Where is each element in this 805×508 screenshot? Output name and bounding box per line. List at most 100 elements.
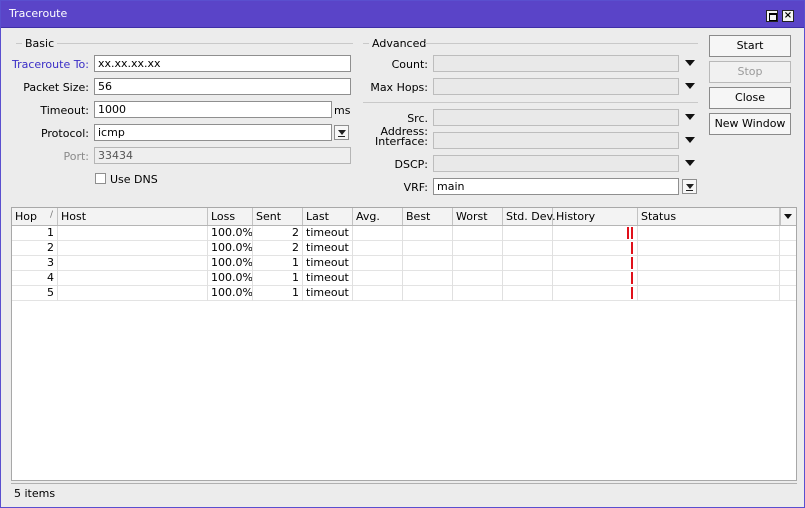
protocol-select[interactable]: icmp [94, 124, 332, 141]
cell-best [403, 241, 453, 256]
cell-avg [353, 286, 403, 301]
history-timeout-bar [631, 287, 633, 299]
interface-chevron-down-icon[interactable] [685, 137, 695, 143]
cell-host [58, 226, 208, 241]
cell-loss: 100.0% [208, 241, 253, 256]
src-address-chevron-down-icon[interactable] [685, 114, 695, 120]
column-best[interactable]: Best [403, 208, 453, 225]
stop-button[interactable]: Stop [709, 61, 791, 83]
cell-history [553, 256, 638, 271]
column-history[interactable]: History [553, 208, 638, 225]
cell-avg [353, 226, 403, 241]
cell-last: timeout [303, 256, 353, 271]
cell-sent: 2 [253, 226, 303, 241]
history-timeout-bar [631, 227, 633, 239]
interface-input[interactable] [433, 132, 679, 149]
column-std-dev[interactable]: Std. Dev. [503, 208, 556, 225]
cell-history [553, 226, 638, 241]
column-hop-label: Hop [15, 210, 37, 223]
dscp-label: DSCP: [394, 158, 428, 171]
cell-history [553, 271, 638, 286]
column-avg[interactable]: Avg. [353, 208, 403, 225]
history-timeout-bar [631, 257, 633, 269]
cell-worst [453, 256, 503, 271]
cell-best [403, 256, 453, 271]
table-row[interactable]: 3 100.0% 1 timeout [12, 256, 796, 271]
start-button[interactable]: Start [709, 35, 791, 57]
items-count: 5 items [14, 487, 56, 500]
column-loss[interactable]: Loss [208, 208, 253, 225]
packet-size-label: Packet Size: [23, 81, 89, 94]
new-window-button[interactable]: New Window [709, 113, 791, 135]
column-last[interactable]: Last [303, 208, 353, 225]
cell-status [638, 256, 780, 271]
timeout-input[interactable]: 1000 [94, 101, 332, 118]
basic-divider [57, 43, 353, 44]
advanced-separator [363, 102, 698, 103]
max-hops-input[interactable] [433, 78, 679, 95]
close-icon[interactable]: × [782, 10, 794, 22]
advanced-legend: Advanced [372, 37, 427, 50]
advanced-divider-left [363, 43, 369, 44]
port-label: Port: [63, 150, 89, 163]
protocol-dropdown-icon[interactable] [334, 125, 349, 140]
cell-sent: 1 [253, 271, 303, 286]
cell-hop: 5 [12, 286, 58, 301]
cell-loss: 100.0% [208, 271, 253, 286]
cell-last: timeout [303, 271, 353, 286]
max-hops-label: Max Hops: [370, 81, 428, 94]
timeout-label: Timeout: [40, 104, 89, 117]
max-hops-chevron-down-icon[interactable] [685, 83, 695, 89]
traceroute-to-input[interactable]: xx.xx.xx.xx [94, 55, 351, 72]
count-input[interactable] [433, 55, 679, 72]
basic-divider-left [16, 43, 22, 44]
table-row[interactable]: 2 100.0% 2 timeout [12, 241, 796, 256]
cell-last: timeout [303, 286, 353, 301]
table-row[interactable]: 4 100.0% 1 timeout [12, 271, 796, 286]
table-row[interactable]: 5 100.0% 1 timeout [12, 286, 796, 301]
cell-loss: 100.0% [208, 256, 253, 271]
packet-size-input[interactable]: 56 [94, 78, 351, 95]
basic-legend: Basic [25, 37, 55, 50]
cell-avg [353, 241, 403, 256]
use-dns-label: Use DNS [110, 173, 158, 186]
port-input[interactable]: 33434 [94, 147, 351, 164]
column-sent[interactable]: Sent [253, 208, 303, 225]
close-button[interactable]: Close [709, 87, 791, 109]
column-hop[interactable]: Hop / [12, 208, 58, 225]
cell-hop: 4 [12, 271, 58, 286]
vrf-dropdown-icon[interactable] [682, 179, 697, 194]
column-host[interactable]: Host [58, 208, 208, 225]
cell-last: timeout [303, 241, 353, 256]
window-title: Traceroute [9, 7, 68, 20]
src-address-input[interactable] [433, 109, 679, 126]
cell-worst [453, 286, 503, 301]
cell-sent: 1 [253, 256, 303, 271]
title-bar[interactable]: Traceroute × [1, 1, 804, 28]
status-bar: 5 items [11, 483, 797, 502]
table-row[interactable]: 1 100.0% 2 timeout [12, 226, 796, 241]
use-dns-checkbox[interactable] [95, 173, 106, 184]
cell-worst [453, 226, 503, 241]
results-table: Hop / Host Loss Sent Last Avg. Best Wors… [11, 207, 797, 481]
count-label: Count: [391, 58, 428, 71]
timeout-unit: ms [334, 104, 351, 117]
count-chevron-down-icon[interactable] [685, 60, 695, 66]
column-status[interactable]: Status [638, 208, 780, 225]
sort-indicator-icon: / [49, 210, 53, 220]
history-timeout-bar [631, 272, 633, 284]
column-worst[interactable]: Worst [453, 208, 503, 225]
dscp-input[interactable] [433, 155, 679, 172]
maximize-icon[interactable] [766, 10, 778, 22]
vrf-label: VRF: [403, 181, 428, 194]
cell-hop: 1 [12, 226, 58, 241]
protocol-label: Protocol: [40, 127, 89, 140]
dscp-chevron-down-icon[interactable] [685, 160, 695, 166]
column-menu-chevron-down-icon[interactable] [780, 208, 796, 225]
cell-host [58, 256, 208, 271]
cell-hop: 2 [12, 241, 58, 256]
cell-hop: 3 [12, 256, 58, 271]
traceroute-to-label: Traceroute To: [11, 58, 89, 71]
cell-host [58, 241, 208, 256]
vrf-select[interactable]: main [433, 178, 679, 195]
